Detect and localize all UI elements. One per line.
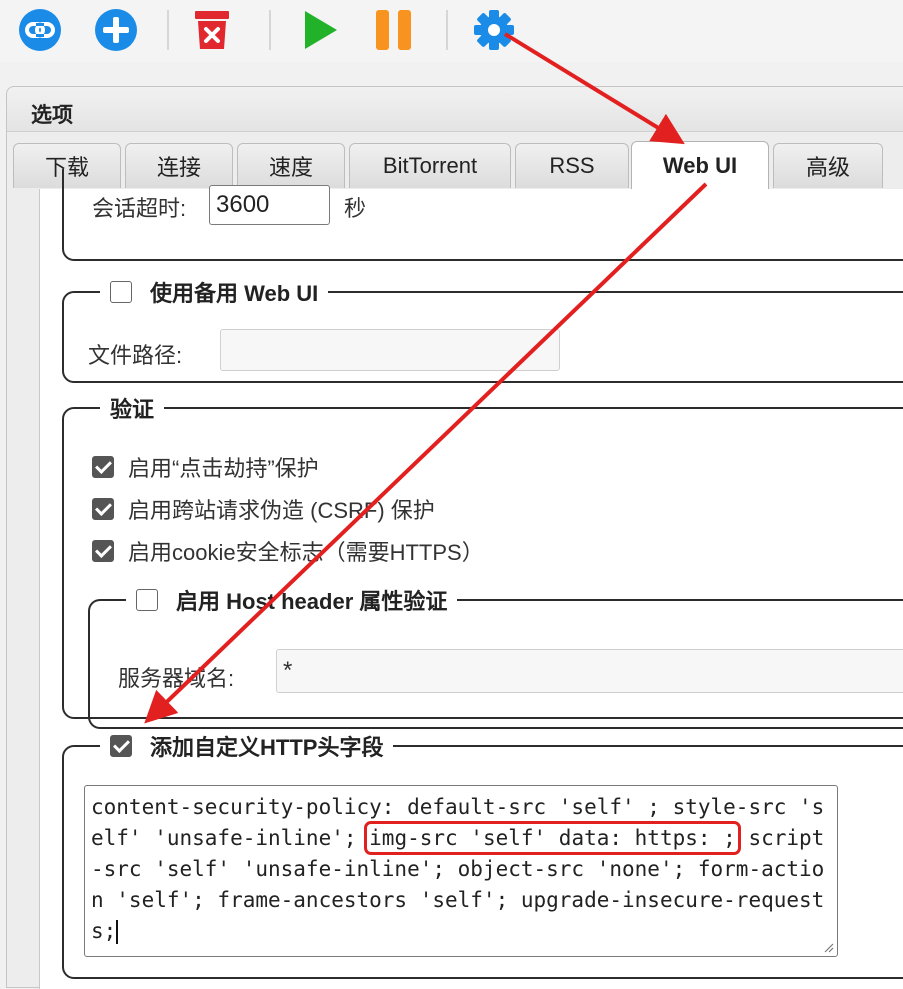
host-header-title: 启用 Host header 属性验证	[176, 589, 448, 614]
server-domains-input[interactable]: *	[276, 649, 903, 693]
add-torrent-button[interactable]	[92, 8, 140, 52]
text-caret	[116, 920, 119, 944]
toolbar-separator	[167, 10, 169, 50]
alt-webui-group: 使用备用 Web UI 文件路径:	[62, 276, 903, 383]
clickjacking-label: 启用“点击劫持”保护	[128, 456, 319, 481]
toolbar	[0, 0, 903, 62]
auth-title: 验证	[110, 397, 155, 422]
add-icon	[95, 9, 137, 51]
toolbar-separator	[269, 10, 271, 50]
host-header-checkbox[interactable]	[136, 589, 158, 611]
options-button[interactable]	[470, 8, 518, 52]
dialog-title: 选项	[31, 104, 73, 127]
server-domains-value: *	[283, 657, 293, 684]
alt-webui-title: 使用备用 Web UI	[150, 281, 319, 306]
csrf-label: 启用跨站请求伪造 (CSRF) 保护	[128, 498, 435, 523]
host-header-group: 启用 Host header 属性验证 服务器域名: *	[88, 584, 903, 729]
session-timeout-value: 3600	[216, 191, 270, 218]
alt-webui-legend: 使用备用 Web UI	[100, 276, 329, 308]
dialog-titlebar[interactable]: 选项	[7, 87, 903, 132]
server-domains-label: 服务器域名:	[118, 666, 235, 691]
secure-cookie-checkbox[interactable]	[92, 540, 114, 562]
delete-button[interactable]	[188, 8, 236, 52]
connect-button[interactable]	[16, 8, 64, 52]
file-path-label: 文件路径:	[88, 343, 183, 368]
img-src-highlight: img-src 'self' data: https: ;	[364, 821, 741, 855]
session-timeout-unit: 秒	[344, 196, 367, 221]
resize-grip-icon[interactable]	[822, 941, 834, 953]
toolbar-separator	[446, 10, 448, 50]
pause-button[interactable]	[370, 8, 418, 52]
session-timeout-input[interactable]: 3600	[209, 185, 330, 225]
settings-icon	[474, 10, 514, 50]
custom-headers-textarea[interactable]: content-security-policy: default-src 'se…	[84, 785, 838, 957]
csrf-option[interactable]: 启用跨站请求伪造 (CSRF) 保护	[92, 493, 435, 525]
file-path-input[interactable]	[220, 329, 560, 371]
clickjacking-checkbox[interactable]	[92, 456, 114, 478]
host-header-legend: 启用 Host header 属性验证	[126, 584, 458, 616]
pause-icon	[376, 10, 411, 50]
start-icon	[305, 11, 337, 49]
custom-headers-legend: 添加自定义HTTP头字段	[100, 730, 394, 762]
secure-cookie-option[interactable]: 启用cookie安全标志（需要HTTPS）	[92, 535, 484, 567]
custom-headers-title: 添加自定义HTTP头字段	[150, 735, 384, 760]
session-group: 会话超时: 3600 秒	[62, 169, 903, 261]
delete-icon	[195, 11, 229, 49]
alt-webui-checkbox[interactable]	[110, 281, 132, 303]
secure-cookie-label: 启用cookie安全标志（需要HTTPS）	[128, 540, 484, 565]
custom-headers-group: 添加自定义HTTP头字段 content-security-policy: de…	[62, 730, 903, 979]
auth-legend: 验证	[100, 392, 165, 424]
csrf-checkbox[interactable]	[92, 498, 114, 520]
custom-headers-checkbox[interactable]	[110, 735, 132, 757]
connect-icon	[19, 9, 61, 51]
webui-settings-panel: 会话超时: 3600 秒 使用备用 Web UI 文件路径: 验证 启用“点击劫…	[39, 169, 903, 989]
start-button[interactable]	[296, 8, 344, 52]
clickjacking-option[interactable]: 启用“点击劫持”保护	[92, 451, 319, 483]
auth-group: 验证 启用“点击劫持”保护 启用跨站请求伪造 (CSRF) 保护 启用cooki…	[62, 392, 903, 729]
options-dialog: 选项 下载 连接 速度 BitTorrent RSS Web UI 高级 会话超…	[6, 86, 903, 989]
session-timeout-label: 会话超时:	[92, 196, 187, 221]
